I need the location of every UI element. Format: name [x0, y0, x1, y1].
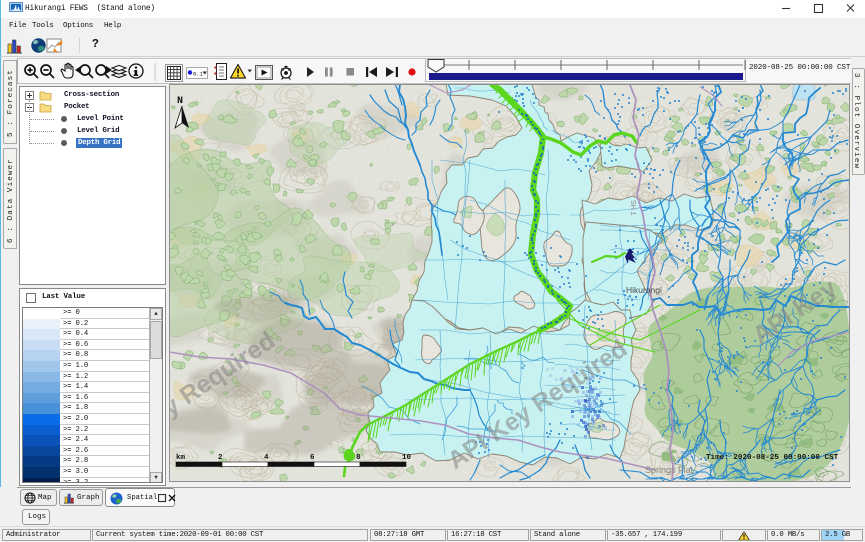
svg-text:km: km — [176, 454, 186, 462]
svg-text:0.1: 0.1 — [193, 70, 203, 77]
svg-text:10: 10 — [402, 454, 412, 462]
svg-text:Springs Flat: Springs Flat — [645, 465, 694, 475]
svg-text:SH 1: SH 1 — [629, 200, 636, 216]
svg-text:4: 4 — [264, 454, 269, 462]
svg-text:Hikurangi: Hikurangi — [626, 285, 662, 295]
svg-text:6: 6 — [310, 454, 315, 462]
svg-text:2: 2 — [218, 454, 223, 462]
svg-text:N: N — [177, 96, 183, 107]
svg-text:8: 8 — [356, 454, 361, 462]
svg-text:Time: 2020-08-25 00:00:00 CST: Time: 2020-08-25 00:00:00 CST — [706, 454, 839, 462]
